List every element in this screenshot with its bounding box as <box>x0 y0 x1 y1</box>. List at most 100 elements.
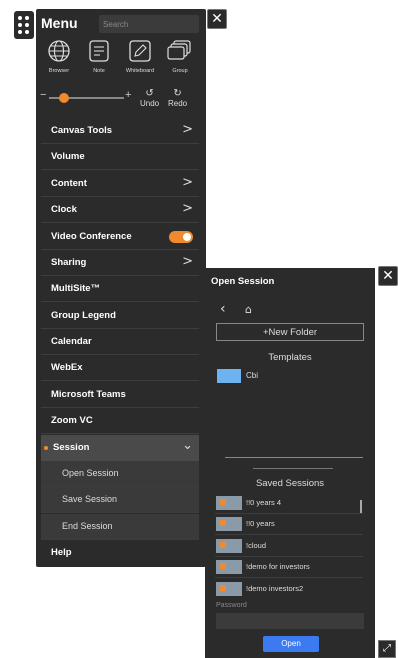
session-name: !!0 years 4 <box>246 498 282 507</box>
browser-tool-button[interactable]: Browser <box>42 39 76 74</box>
redo-label: Redo <box>168 99 188 108</box>
menu-item-canvas-tools[interactable]: Canvas Tools > <box>41 118 199 144</box>
saved-session-item[interactable]: !!0 years <box>215 514 363 535</box>
menu-item-help[interactable]: Help <box>41 540 199 566</box>
zoom-in-icon[interactable]: + <box>125 89 131 101</box>
menu-item-volume[interactable]: Volume <box>41 144 199 170</box>
video-conference-toggle[interactable] <box>169 231 193 243</box>
menu-item-group-legend[interactable]: Group Legend <box>41 303 199 329</box>
submenu-save-session[interactable]: Save Session <box>41 487 199 513</box>
tool-label: Group <box>172 68 188 74</box>
chevron-right-icon: > <box>182 122 193 137</box>
open-session-panel: Open Session ‹ ⌂ +New Folder Templates C… <box>205 268 375 658</box>
session-thumbnail <box>216 539 242 553</box>
saved-sessions-heading: Saved Sessions <box>255 478 325 489</box>
submenu-end-session[interactable]: End Session <box>41 514 199 540</box>
group-tool-button[interactable]: Group <box>163 39 197 74</box>
zoom-out-icon[interactable]: − <box>40 89 46 101</box>
session-name: !cloud <box>246 541 267 550</box>
undo-button[interactable]: ↺ Undo <box>140 88 159 109</box>
undo-icon: ↺ <box>145 88 154 99</box>
menu-item-label: Zoom VC <box>51 415 93 426</box>
session-name: !!0 years <box>246 519 275 528</box>
grip-dot <box>18 30 22 34</box>
globe-icon <box>48 40 70 62</box>
tool-label: Note <box>93 68 105 74</box>
expand-icon[interactable]: ⤢ <box>378 640 396 658</box>
menu-item-label: Volume <box>51 151 85 162</box>
active-indicator <box>44 446 48 450</box>
template-thumbnail[interactable] <box>217 369 241 383</box>
tool-label: Browser <box>48 68 70 74</box>
chevron-down-icon: ⌄ <box>182 438 193 453</box>
whiteboard-pen-icon <box>129 40 151 62</box>
session-thumbnail <box>216 582 242 596</box>
menu-panel: Menu Browser Note Whiteboard <box>36 9 206 567</box>
whiteboard-tool-button[interactable]: Whiteboard <box>123 39 157 74</box>
menu-item-microsoft-teams[interactable]: Microsoft Teams <box>41 382 199 408</box>
redo-icon: ↻ <box>173 88 182 99</box>
menu-item-webex[interactable]: WebEx <box>41 355 199 381</box>
search-input[interactable] <box>99 15 199 33</box>
session-thumbnail <box>216 496 242 510</box>
submenu-label: End Session <box>62 521 113 531</box>
menu-title: Menu <box>41 15 78 31</box>
session-name: !demo investors2 <box>246 584 304 593</box>
menu-item-label: Session <box>53 442 90 453</box>
grip-dot <box>25 23 29 27</box>
menu-item-label: Content <box>51 178 87 189</box>
open-button[interactable]: Open <box>263 636 319 652</box>
menu-item-label: WebEx <box>51 362 83 373</box>
menu-item-multisite[interactable]: MultiSite™ <box>41 276 199 302</box>
menu-item-sharing[interactable]: Sharing > <box>41 250 199 276</box>
grip-dot <box>25 30 29 34</box>
session-name: !demo for investors <box>246 562 310 571</box>
zoom-slider-handle[interactable] <box>59 93 69 103</box>
menu-item-content[interactable]: Content > <box>41 171 199 197</box>
submenu-label: Open Session <box>62 468 119 478</box>
menu-item-session[interactable]: Session ⌄ <box>41 435 199 461</box>
menu-item-label: Canvas Tools <box>51 125 113 136</box>
list-scrollbar[interactable] <box>360 500 362 513</box>
menu-close-button[interactable]: ✕ <box>207 9 227 29</box>
password-field[interactable] <box>216 613 364 629</box>
chevron-right-icon: > <box>182 201 193 216</box>
template-name[interactable]: Cbi <box>246 371 258 380</box>
group-windows-icon <box>167 40 191 60</box>
note-tool-button[interactable]: Note <box>82 39 116 74</box>
chevron-right-icon: > <box>182 175 193 190</box>
submenu-label: Save Session <box>62 494 118 504</box>
saved-session-item[interactable]: !demo investors2 <box>215 579 363 599</box>
submenu-open-session[interactable]: Open Session <box>41 461 199 487</box>
divider <box>253 468 333 469</box>
menu-item-label: Sharing <box>51 257 87 268</box>
menu-item-clock[interactable]: Clock > <box>41 197 199 223</box>
grip-dot <box>18 23 22 27</box>
session-close-button[interactable]: ✕ <box>378 266 398 286</box>
panel-title: Open Session <box>211 276 275 287</box>
menu-item-label: Help <box>51 547 72 558</box>
tool-label: Whiteboard <box>125 68 155 74</box>
chevron-right-icon: > <box>182 254 193 269</box>
menu-item-label: Video Conference <box>51 231 132 242</box>
new-folder-button[interactable]: +New Folder <box>216 323 364 341</box>
saved-session-item[interactable]: !!0 years 4 <box>215 493 363 514</box>
password-label: Password <box>216 602 247 609</box>
menu-item-label: Microsoft Teams <box>51 389 126 400</box>
menu-item-zoom-vc[interactable]: Zoom VC <box>41 408 199 434</box>
menu-item-label: Group Legend <box>51 310 116 321</box>
session-thumbnail <box>216 517 242 531</box>
saved-session-item[interactable]: !demo for investors <box>215 557 363 578</box>
menu-item-label: Clock <box>51 204 77 215</box>
menu-item-video-conference[interactable]: Video Conference <box>41 224 199 250</box>
menu-item-calendar[interactable]: Calendar <box>41 329 199 355</box>
home-icon[interactable]: ⌂ <box>245 303 252 316</box>
back-arrow-icon[interactable]: ‹ <box>220 301 226 317</box>
drag-handle[interactable] <box>14 11 34 39</box>
redo-button[interactable]: ↻ Redo <box>168 88 188 109</box>
session-thumbnail <box>216 560 242 574</box>
menu-item-label: Calendar <box>51 336 92 347</box>
saved-session-item[interactable]: !cloud <box>215 536 363 557</box>
grip-dot <box>18 16 22 20</box>
templates-heading: Templates <box>268 352 312 363</box>
